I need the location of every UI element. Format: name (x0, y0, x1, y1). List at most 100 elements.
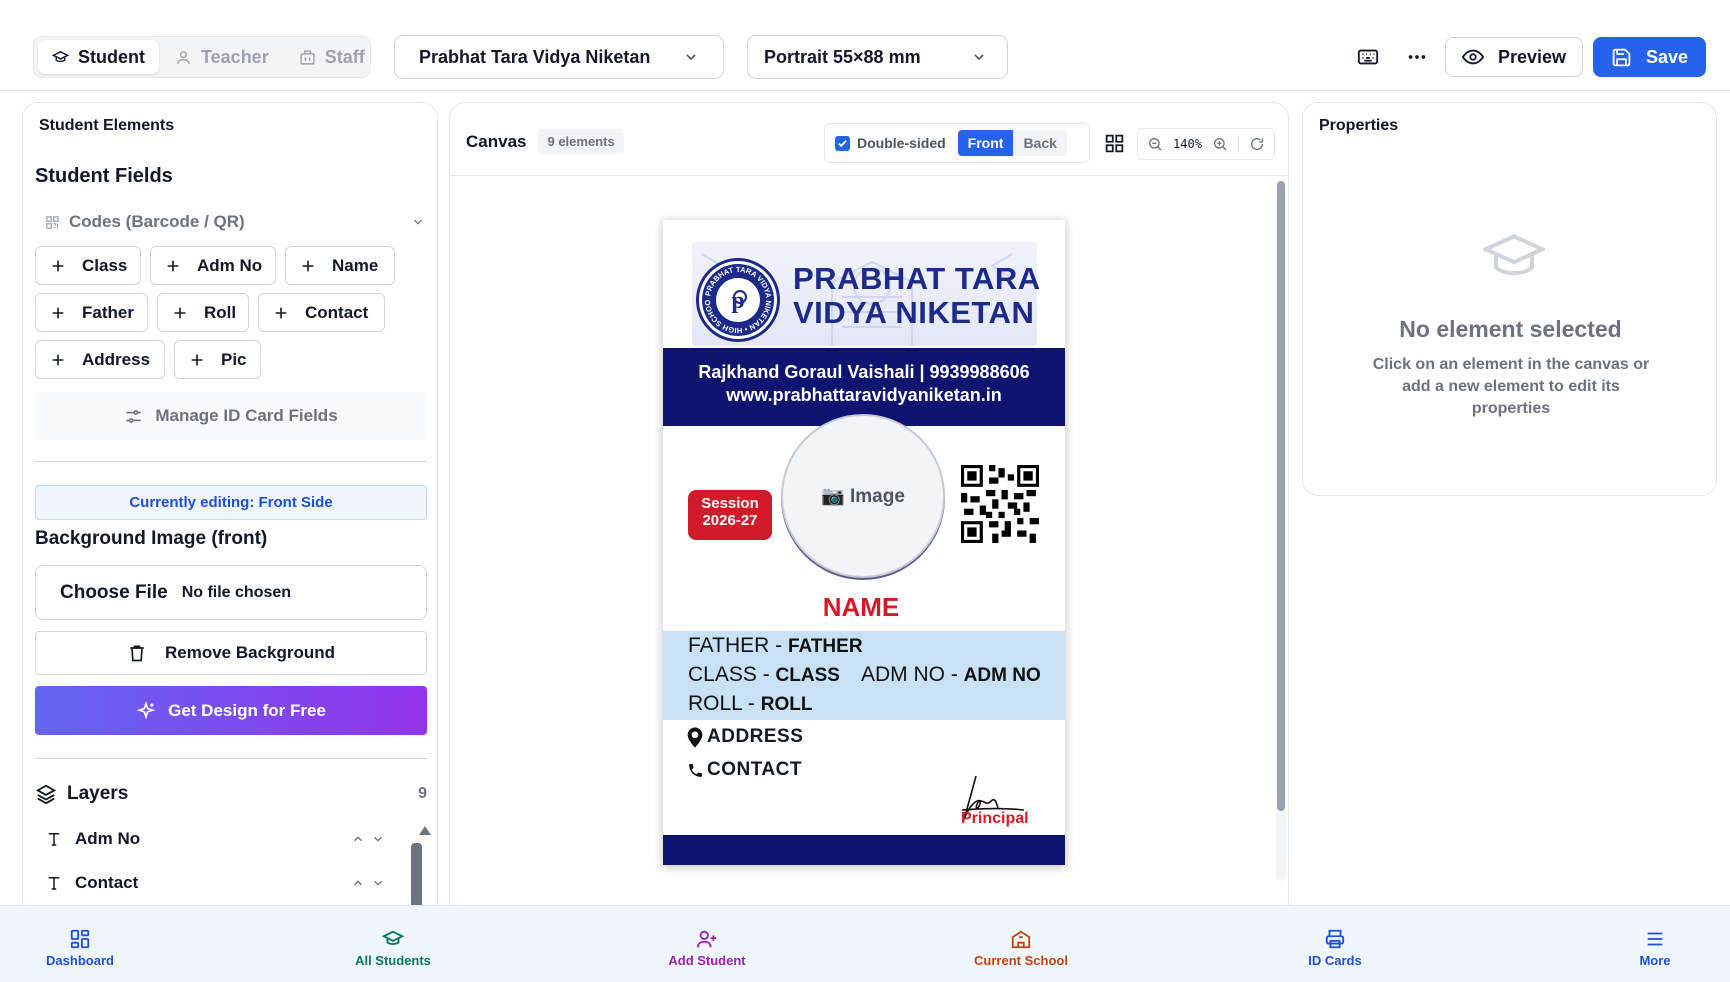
preview-label: Preview (1497, 46, 1567, 67)
text-icon (45, 874, 75, 892)
add-name-button[interactable]: Name (285, 246, 395, 285)
empty-state-description: Click on an element in the canvas or add… (1372, 356, 1650, 417)
school-icon (1010, 928, 1032, 950)
reset-zoom-icon[interactable] (1249, 136, 1265, 152)
canvas-title: Canvas (466, 131, 527, 151)
divider (35, 461, 427, 462)
layout-select[interactable]: Portrait 55×88 mm (747, 35, 1008, 79)
role-teacher-label: Teacher (201, 46, 269, 67)
class-value[interactable]: CLASS (776, 665, 840, 686)
canvas-scrollbar[interactable] (1277, 181, 1285, 811)
add-class-button[interactable]: Class (35, 246, 141, 285)
role-teacher-tab[interactable]: Teacher (161, 40, 283, 74)
chevron-down-icon (411, 215, 425, 229)
add-contact-button[interactable]: Contact (258, 293, 385, 332)
grid-view-icon[interactable] (1104, 133, 1125, 154)
field-label: Address (82, 349, 151, 369)
save-button[interactable]: Save (1593, 37, 1706, 77)
double-sided-checkbox[interactable] (835, 135, 850, 151)
adm-label: ADM NO - (861, 663, 964, 686)
add-address-button[interactable]: Address (35, 340, 165, 379)
codes-label: Codes (Barcode / QR) (69, 212, 245, 231)
roll-label: ROLL - (688, 692, 761, 715)
school-name-line1: PRABHAT TARA (793, 261, 1041, 296)
contact-row: CONTACT (687, 759, 802, 781)
class-label: CLASS - (688, 663, 776, 686)
plus-icon (300, 258, 316, 274)
nav-label: Dashboard (46, 953, 114, 968)
codes-dropdown[interactable]: Codes (Barcode / QR) (45, 207, 425, 237)
photo-placeholder[interactable]: 📷 Image (781, 414, 945, 578)
plus-icon (50, 258, 66, 274)
zoom-level: 140% (1173, 137, 1202, 151)
field-label: Father (82, 302, 134, 322)
add-pic-button[interactable]: Pic (174, 340, 261, 379)
layout-select-value: Portrait 55×88 mm (764, 46, 921, 67)
get-design-button[interactable]: Get Design for Free (35, 686, 427, 735)
principal-label: Principal (961, 810, 1029, 827)
more-horizontal-icon[interactable] (1404, 44, 1430, 70)
role-staff-tab[interactable]: Staff (285, 40, 379, 74)
id-card[interactable]: PRABHAT TARA VIDYA NIKETAN • HIGH SCHOOL… (663, 220, 1065, 865)
qr-code-icon (45, 215, 60, 230)
divider (1237, 137, 1239, 151)
get-design-label: Get Design for Free (168, 700, 326, 720)
save-label: Save (1645, 46, 1689, 67)
remove-background-button[interactable]: Remove Background (35, 631, 427, 675)
graduation-cap-icon (1483, 233, 1545, 281)
background-image-title: Background Image (front) (35, 528, 268, 549)
nav-all-students[interactable]: All Students (323, 928, 463, 968)
add-adm-no-button[interactable]: Adm No (150, 246, 276, 285)
nav-dashboard[interactable]: Dashboard (10, 928, 150, 968)
add-father-button[interactable]: Father (35, 293, 148, 332)
roll-value[interactable]: ROLL (761, 694, 813, 715)
manage-fields-button[interactable]: Manage ID Card Fields (35, 391, 427, 441)
layers-header: Layers 9 (35, 783, 427, 805)
chevron-up-icon[interactable] (351, 876, 365, 890)
role-student-tab[interactable]: Student (38, 40, 159, 74)
scroll-up-arrow[interactable] (419, 826, 431, 835)
layer-item[interactable]: Contact (45, 868, 385, 898)
zoom-out-icon[interactable] (1147, 136, 1163, 152)
field-label: Roll (204, 302, 237, 322)
keyboard-icon[interactable] (1355, 44, 1381, 70)
nav-id-cards[interactable]: ID Cards (1265, 928, 1405, 968)
choose-file-button[interactable]: Choose File (60, 582, 168, 604)
empty-state-title: No element selected (1399, 316, 1622, 342)
layer-label: Adm No (75, 829, 141, 848)
graduation-cap-icon (382, 928, 404, 950)
chevron-up-icon[interactable] (351, 832, 365, 846)
layer-item[interactable]: Adm No (45, 824, 385, 854)
plus-icon (273, 305, 289, 321)
zoom-control: 140% (1137, 128, 1275, 160)
adm-value[interactable]: ADM NO (964, 665, 1041, 686)
school-website: www.prabhattaravidyaniketan.in (726, 385, 1002, 405)
qr-code-icon[interactable] (961, 465, 1039, 543)
building-icon (299, 49, 316, 66)
nav-current-school[interactable]: Current School (951, 928, 1091, 968)
background-file-input[interactable]: Choose File No file chosen (35, 565, 427, 620)
chevron-down-icon[interactable] (371, 832, 385, 846)
father-value[interactable]: FATHER (788, 636, 863, 657)
nav-more[interactable]: More (1585, 928, 1725, 968)
student-name[interactable]: NAME (663, 592, 1059, 623)
layers-title: Layers (67, 783, 129, 804)
add-roll-button[interactable]: Roll (157, 293, 249, 332)
address-value[interactable]: ADDRESS (707, 726, 803, 748)
front-side-tab[interactable]: Front (957, 130, 1014, 156)
school-logo: PRABHAT TARA VIDYA NIKETAN • HIGH SCHOOL… (696, 258, 780, 342)
nav-add-student[interactable]: Add Student (637, 928, 777, 968)
school-select[interactable]: Prabhat Tara Vidya Niketan (394, 35, 724, 79)
school-name: PRABHAT TARA VIDYA NIKETAN (793, 262, 1041, 330)
zoom-in-icon[interactable] (1212, 136, 1228, 152)
contact-value[interactable]: CONTACT (707, 759, 802, 781)
preview-button[interactable]: Preview (1445, 37, 1583, 77)
chevron-down-icon[interactable] (371, 876, 385, 890)
element-count-badge: 9 elements (538, 129, 624, 154)
properties-panel: Properties No element selected Click on … (1302, 102, 1717, 496)
back-side-tab[interactable]: Back (1013, 130, 1066, 156)
nav-label: More (1639, 953, 1671, 968)
chevron-down-icon (971, 49, 987, 65)
father-label: FATHER - (688, 634, 788, 657)
nav-label: Current School (974, 953, 1068, 968)
